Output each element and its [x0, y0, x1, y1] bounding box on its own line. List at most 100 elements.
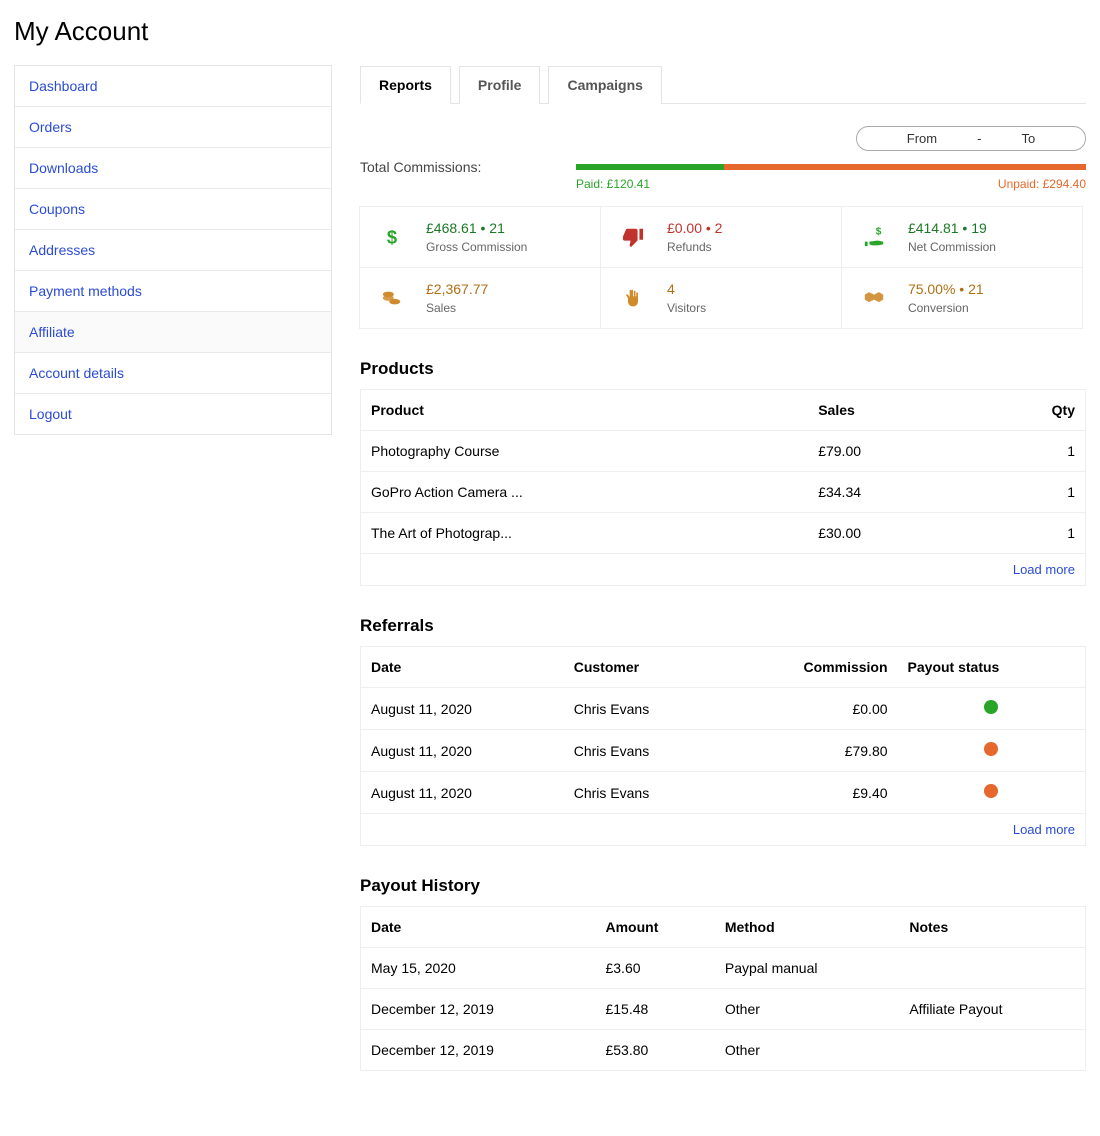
referral-commission: £9.40	[723, 772, 897, 814]
stat-value: £468.61 • 21	[426, 220, 527, 236]
product-name: The Art of Photograp...	[361, 513, 809, 554]
payout-amount: £53.80	[595, 1030, 714, 1071]
payout-date: May 15, 2020	[361, 948, 596, 989]
svg-text:$: $	[876, 226, 882, 237]
sidebar-item-logout[interactable]: Logout	[15, 394, 331, 434]
referral-customer: Chris Evans	[564, 730, 724, 772]
referrals-table: Date Customer Commission Payout status A…	[360, 646, 1086, 846]
status-dot-icon	[984, 700, 998, 714]
stat-label: Refunds	[667, 240, 723, 254]
products-th-product: Product	[361, 390, 809, 431]
products-th-sales: Sales	[808, 390, 971, 431]
status-dot-icon	[984, 742, 998, 756]
products-title: Products	[360, 359, 1086, 379]
product-name: GoPro Action Camera ...	[361, 472, 809, 513]
referral-customer: Chris Evans	[564, 688, 724, 730]
stat-value: 4	[667, 281, 706, 297]
sidebar-item-addresses[interactable]: Addresses	[15, 230, 331, 271]
referrals-title: Referrals	[360, 616, 1086, 636]
payout-th-notes: Notes	[899, 907, 1085, 948]
stat-label: Visitors	[667, 301, 706, 315]
payout-date: December 12, 2019	[361, 989, 596, 1030]
payout-amount: £3.60	[595, 948, 714, 989]
payout-notes	[899, 1030, 1085, 1071]
daterange-picker[interactable]: From - To	[856, 126, 1086, 151]
thumbdown-icon	[613, 217, 653, 257]
sidebar-item-dashboard[interactable]: Dashboard	[15, 66, 331, 107]
coins-icon	[372, 278, 412, 318]
payout-date: December 12, 2019	[361, 1030, 596, 1071]
payout-method: Other	[715, 1030, 899, 1071]
payout-method: Other	[715, 989, 899, 1030]
tab-reports[interactable]: Reports	[360, 66, 451, 104]
stat-card-refunds: £0.00 • 2 Refunds	[600, 206, 842, 268]
referral-date: August 11, 2020	[361, 730, 564, 772]
page-title: My Account	[14, 16, 1086, 47]
referrals-load-more[interactable]: Load more	[361, 814, 1086, 846]
payout-table: Date Amount Method Notes May 15, 2020£3.…	[360, 906, 1086, 1071]
stat-card-net-commission: $£414.81 • 19Net Commission	[841, 206, 1083, 268]
product-qty: 1	[972, 513, 1086, 554]
sidebar-item-orders[interactable]: Orders	[15, 107, 331, 148]
product-qty: 1	[972, 431, 1086, 472]
product-qty: 1	[972, 472, 1086, 513]
product-sales: £79.00	[808, 431, 971, 472]
sidebar-item-account-details[interactable]: Account details	[15, 353, 331, 394]
stat-card-conversion: 75.00% • 21Conversion	[841, 267, 1083, 329]
sidebar-item-coupons[interactable]: Coupons	[15, 189, 331, 230]
referral-status	[898, 772, 1086, 814]
stat-card-gross-commission: $£468.61 • 21Gross Commission	[359, 206, 601, 268]
payout-notes: Affiliate Payout	[899, 989, 1085, 1030]
svg-text:$: $	[387, 226, 397, 247]
sidebar-item-downloads[interactable]: Downloads	[15, 148, 331, 189]
referral-commission: £0.00	[723, 688, 897, 730]
products-table: Product Sales Qty Photography Course£79.…	[360, 389, 1086, 586]
stat-value: 75.00% • 21	[908, 281, 984, 297]
tab-campaigns[interactable]: Campaigns	[548, 66, 661, 104]
referral-commission: £79.80	[723, 730, 897, 772]
referrals-th-commission: Commission	[723, 647, 897, 688]
stat-label: Sales	[426, 301, 488, 315]
payout-method: Paypal manual	[715, 948, 899, 989]
referrals-th-customer: Customer	[564, 647, 724, 688]
referral-status	[898, 730, 1086, 772]
tabs: ReportsProfileCampaigns	[360, 65, 1086, 104]
sidebar-item-affiliate[interactable]: Affiliate	[15, 312, 331, 353]
product-name: Photography Course	[361, 431, 809, 472]
table-row: December 12, 2019£15.48OtherAffiliate Pa…	[361, 989, 1086, 1030]
table-row: August 11, 2020Chris Evans£9.40	[361, 772, 1086, 814]
dollar-icon: $	[372, 217, 412, 257]
sidebar-item-payment-methods[interactable]: Payment methods	[15, 271, 331, 312]
handshake-icon	[854, 278, 894, 318]
referrals-th-status: Payout status	[898, 647, 1086, 688]
table-row: August 11, 2020Chris Evans£0.00	[361, 688, 1086, 730]
daterange-from: From	[907, 131, 937, 146]
table-row: GoPro Action Camera ...£34.341	[361, 472, 1086, 513]
commissions-bar	[576, 164, 1086, 170]
payout-th-amount: Amount	[595, 907, 714, 948]
stat-value: £2,367.77	[426, 281, 488, 297]
products-load-more[interactable]: Load more	[361, 554, 1086, 586]
stat-grid: $£468.61 • 21Gross Commission£0.00 • 2Re…	[360, 207, 1086, 329]
stat-label: Net Commission	[908, 240, 996, 254]
payout-th-date: Date	[361, 907, 596, 948]
table-row: August 11, 2020Chris Evans£79.80	[361, 730, 1086, 772]
products-th-qty: Qty	[972, 390, 1086, 431]
stat-card-visitors: 4 Visitors	[600, 267, 842, 329]
referrals-th-date: Date	[361, 647, 564, 688]
referral-date: August 11, 2020	[361, 772, 564, 814]
product-sales: £30.00	[808, 513, 971, 554]
table-row: The Art of Photograp...£30.001	[361, 513, 1086, 554]
stat-value: £0.00 • 2	[667, 220, 723, 236]
handdollar-icon: $	[854, 217, 894, 257]
table-row: May 15, 2020£3.60Paypal manual	[361, 948, 1086, 989]
payout-th-method: Method	[715, 907, 899, 948]
payout-notes	[899, 948, 1085, 989]
payout-amount: £15.48	[595, 989, 714, 1030]
stat-card-sales: £2,367.77 Sales	[359, 267, 601, 329]
tab-profile[interactable]: Profile	[459, 66, 541, 104]
payout-title: Payout History	[360, 876, 1086, 896]
table-row: December 12, 2019£53.80Other	[361, 1030, 1086, 1071]
commissions-paid-text: Paid: £120.41	[576, 177, 650, 191]
sidebar: DashboardOrdersDownloadsCouponsAddresses…	[14, 65, 332, 1071]
